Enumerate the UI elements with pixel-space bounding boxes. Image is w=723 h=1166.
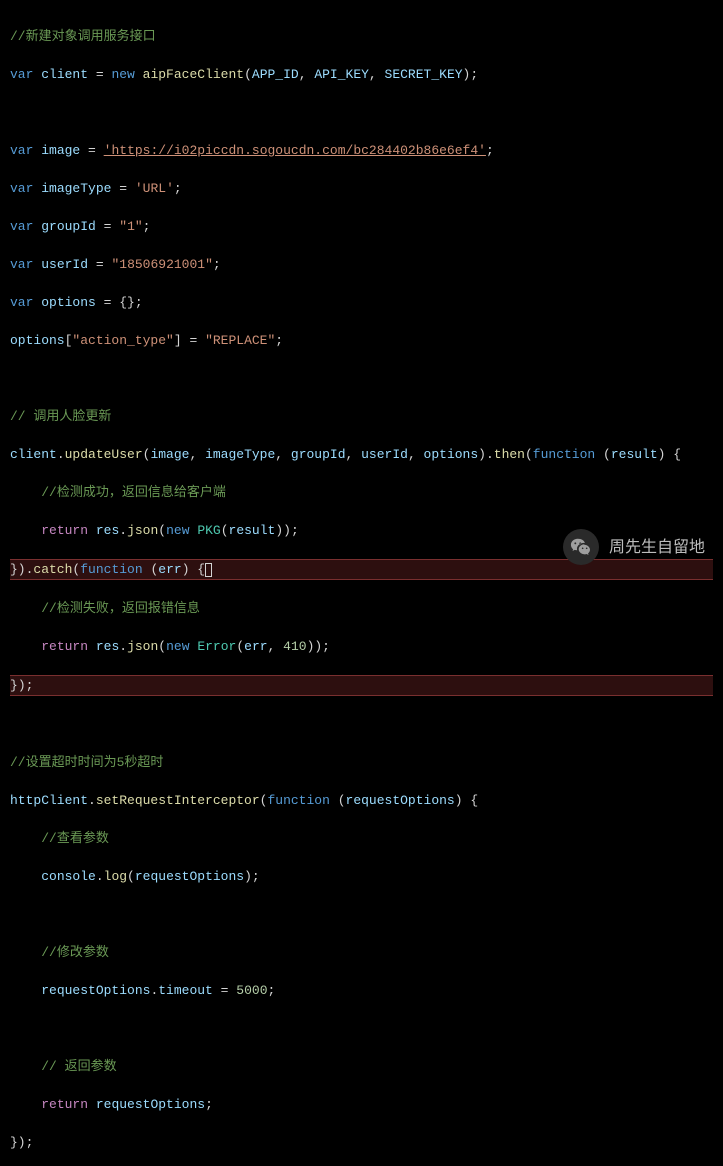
code-line: var options = {}; bbox=[10, 293, 713, 312]
code-line: //新建对象调用服务接口 bbox=[10, 27, 713, 46]
code-line: requestOptions.timeout = 5000; bbox=[10, 981, 713, 1000]
code-line: // 返回参数 bbox=[10, 1057, 713, 1076]
code-line bbox=[10, 905, 713, 924]
code-line: options["action_type"] = "REPLACE"; bbox=[10, 331, 713, 350]
code-line bbox=[10, 1019, 713, 1038]
code-line: //检测失败，返回报错信息 bbox=[10, 599, 713, 618]
code-line: var groupId = "1"; bbox=[10, 217, 713, 236]
watermark-text: 周先生自留地 bbox=[609, 538, 705, 557]
code-line: var client = new aipFaceClient(APP_ID, A… bbox=[10, 65, 713, 84]
code-line: // 调用人脸更新 bbox=[10, 407, 713, 426]
code-line: var image = 'https://i02piccdn.sogoucdn.… bbox=[10, 141, 713, 160]
code-line: var imageType = 'URL'; bbox=[10, 179, 713, 198]
code-editor[interactable]: //新建对象调用服务接口 var client = new aipFaceCli… bbox=[0, 0, 723, 1166]
code-line: httpClient.setRequestInterceptor(functio… bbox=[10, 791, 713, 810]
code-line: return res.json(new Error(err, 410)); bbox=[10, 637, 713, 656]
code-line: //修改参数 bbox=[10, 943, 713, 962]
code-line: //检测成功，返回信息给客户端 bbox=[10, 483, 713, 502]
cursor bbox=[205, 563, 212, 577]
code-line bbox=[10, 369, 713, 388]
code-line: }); bbox=[10, 1133, 713, 1152]
code-line: //查看参数 bbox=[10, 829, 713, 848]
code-line: //设置超时时间为5秒超时 bbox=[10, 753, 713, 772]
watermark: 周先生自留地 bbox=[563, 529, 705, 565]
code-line: var userId = "18506921001"; bbox=[10, 255, 713, 274]
code-line-highlight: }); bbox=[10, 675, 713, 696]
wechat-icon bbox=[563, 529, 599, 565]
code-line bbox=[10, 103, 713, 122]
code-line: console.log(requestOptions); bbox=[10, 867, 713, 886]
code-line: return requestOptions; bbox=[10, 1095, 713, 1114]
code-line: client.updateUser(image, imageType, grou… bbox=[10, 445, 713, 464]
code-line bbox=[10, 715, 713, 734]
